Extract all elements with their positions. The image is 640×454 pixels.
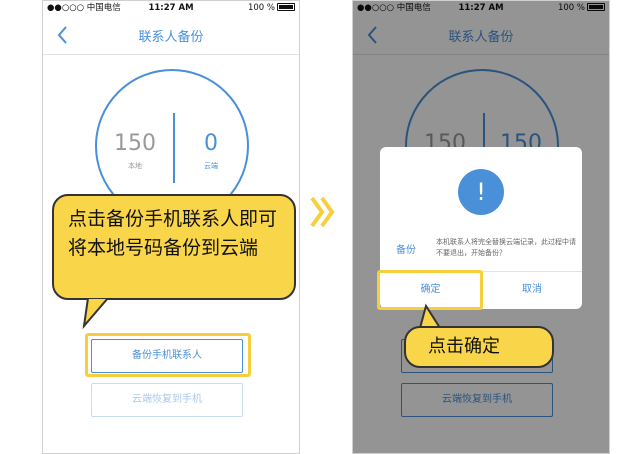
battery-text: 100 %: [247, 3, 275, 13]
battery-status: 100 %: [248, 1, 295, 15]
callout-bubble-step1: 点击备份手机联系人即可将本地号码备份到云端: [52, 194, 296, 300]
alert-icon: !: [458, 169, 504, 215]
highlight-backup-button: [85, 333, 251, 377]
status-bar: ●●○○○ 中国电信 11:27 AM 100 %: [43, 1, 299, 15]
local-label: 本地: [128, 162, 142, 170]
cancel-button[interactable]: 取消: [481, 272, 582, 309]
highlight-confirm-button: [377, 270, 483, 310]
next-step-arrow-icon: [310, 196, 335, 228]
callout-tail-1: [82, 294, 111, 330]
dialog-label: 备份: [396, 245, 416, 256]
page-title: 联系人备份: [138, 30, 204, 45]
callout-step2-text: 点击确定: [428, 336, 500, 357]
cloud-count: 0: [204, 131, 218, 156]
restore-from-cloud-button[interactable]: 云端恢复到手机: [91, 383, 243, 417]
battery-icon: [277, 3, 295, 11]
cloud-label: 云端: [204, 162, 218, 170]
dialog-message: 本机联系人将完全替换云端记录，此过程中请不要退出，开始备份？: [436, 238, 576, 257]
callout-step1-text: 点击备份手机联系人即可将本地号码备份到云端: [68, 208, 278, 259]
callout-bubble-step2: 点击确定: [404, 326, 554, 368]
local-count: 150: [114, 131, 156, 156]
nav-bar: 联系人备份: [43, 15, 299, 55]
phone-screen-2: ●●○○○ 中国电信 11:27 AM 100 % 联系人备份 150 150 …: [352, 0, 610, 454]
